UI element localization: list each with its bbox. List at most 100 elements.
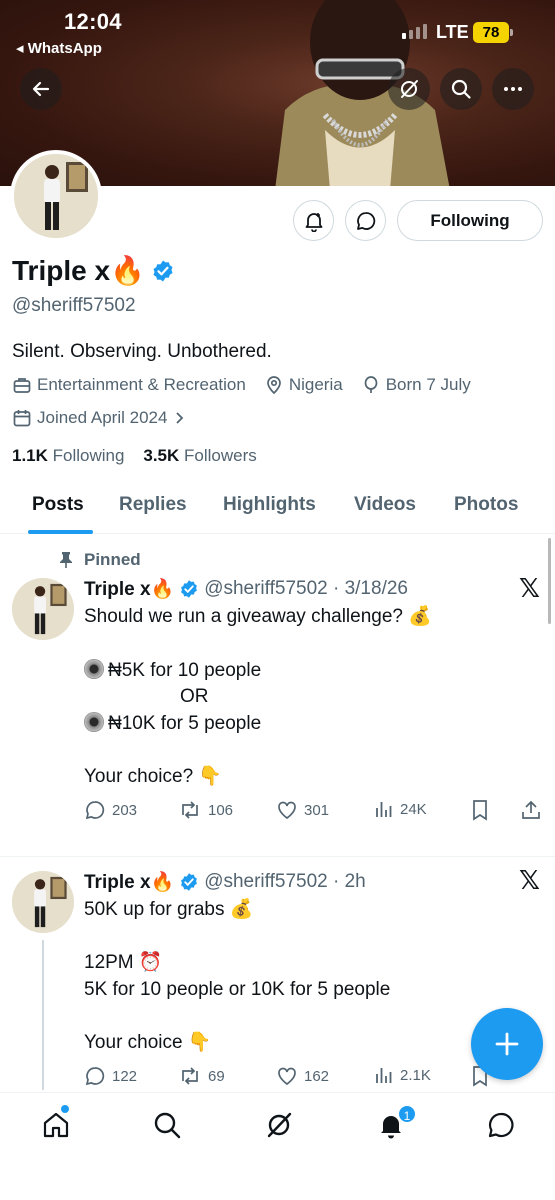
search-icon (451, 79, 471, 99)
share-action[interactable] (520, 799, 542, 821)
thread-line (42, 940, 44, 1090)
tab-photos[interactable]: Photos (454, 494, 518, 516)
search-button[interactable] (440, 68, 482, 110)
post-author[interactable]: Triple x🔥 (84, 577, 174, 601)
post-handle-time: @sheriff57502 · 2h (204, 871, 366, 892)
x-logo-icon[interactable]: 𝕏 (519, 866, 540, 896)
nav-messages[interactable] (485, 1109, 517, 1141)
repost-action[interactable]: 69 (178, 1065, 225, 1087)
post-text-line: 5K for 10 people or 10K for 5 people (84, 979, 391, 1000)
category-text: Entertainment & Recreation (37, 375, 246, 394)
repost-icon (182, 1067, 198, 1085)
views-action[interactable]: 24K (374, 799, 427, 819)
post-text-line: 50K up for grabs 💰 (84, 899, 254, 920)
nav-search[interactable] (151, 1109, 183, 1141)
location-pin-icon (266, 376, 281, 395)
tab-highlights[interactable]: Highlights (223, 494, 316, 516)
profile-avatar[interactable] (10, 150, 102, 242)
category-item: Entertainment & Recreation (12, 375, 246, 395)
views-icon (376, 1068, 392, 1083)
post-text-line: OR (180, 686, 209, 707)
tab-videos[interactable]: Videos (354, 494, 416, 516)
post-avatar[interactable] (12, 871, 74, 933)
pin-icon (60, 552, 72, 568)
calendar-icon (13, 410, 31, 427)
post-author[interactable]: Triple x🔥 (84, 870, 174, 894)
location-item: Nigeria (264, 375, 343, 395)
joined-text: Joined April 2024 (37, 408, 168, 427)
profile-name-row: Triple x🔥 (12, 254, 175, 287)
more-icon (504, 87, 522, 91)
tab-posts[interactable]: Posts (32, 494, 84, 516)
followers-link[interactable]: 3.5K Followers (143, 446, 256, 465)
avatar-photo (14, 154, 98, 238)
balloon-icon (364, 376, 378, 393)
home-icon (43, 1112, 69, 1138)
post-header: Triple x🔥 @sheriff57502 · 2h (84, 870, 366, 894)
views-action[interactable]: 2.1K (374, 1065, 431, 1085)
signal-icon (402, 24, 427, 39)
back-button[interactable] (20, 68, 62, 110)
post-avatar[interactable] (12, 578, 74, 640)
tab-replies[interactable]: Replies (119, 494, 187, 516)
poll-option-1: ₦5K for 10 people (84, 658, 261, 684)
grok-button[interactable] (388, 68, 430, 110)
reply-action[interactable]: 203 (84, 799, 137, 821)
message-icon (488, 1112, 514, 1138)
radio-icon (84, 659, 104, 679)
network-label: LTE (436, 22, 469, 42)
active-tab-indicator (28, 530, 93, 534)
pinned-label-row: Pinned (58, 550, 141, 570)
bookmark-icon (473, 800, 487, 821)
post-actions: 122 69 162 2.1K (84, 1065, 544, 1089)
message-icon (356, 211, 375, 230)
battery-icon: 78 (473, 22, 513, 43)
avatar-photo (12, 578, 74, 640)
profile-name: Triple x🔥 (12, 255, 145, 286)
avatar-photo (12, 871, 74, 933)
bookmark-action[interactable] (470, 799, 490, 821)
plus-icon (495, 1032, 519, 1056)
repost-action[interactable]: 106 (178, 799, 233, 821)
post-divider (0, 856, 555, 857)
profile-meta-row-1: Entertainment & Recreation Nigeria Born … (12, 375, 489, 395)
heart-icon (278, 1067, 296, 1086)
verified-badge-icon (181, 873, 198, 891)
like-action[interactable]: 162 (276, 1065, 329, 1087)
follow-stats: 1.1K Following 3.5K Followers (12, 446, 257, 466)
grok-icon (401, 80, 418, 98)
profile-meta-row-2[interactable]: Joined April 2024 (12, 408, 204, 428)
arrow-left-icon (32, 81, 50, 97)
x-logo-icon[interactable]: 𝕏 (519, 574, 540, 604)
reply-action[interactable]: 122 (84, 1065, 137, 1087)
status-bar: 12:04 ◂ WhatsApp LTE 78 (0, 0, 555, 60)
post-text-line: Your choice 👇 (84, 1032, 212, 1053)
post-text-line: Should we run a giveaway challenge? 💰 (84, 606, 432, 627)
scrollbar[interactable] (548, 538, 551, 624)
nav-home[interactable] (40, 1109, 72, 1141)
reply-icon (85, 1067, 105, 1086)
notify-button[interactable] (293, 200, 334, 241)
repost-icon (182, 801, 198, 819)
more-options-button[interactable] (492, 68, 534, 110)
verified-badge-icon[interactable] (151, 259, 175, 283)
back-to-app-link[interactable]: ◂ WhatsApp (16, 39, 102, 57)
joined-item[interactable]: Joined April 2024 (12, 408, 186, 428)
profile-handle: @sheriff57502 (12, 295, 136, 316)
post-actions: 203 106 301 24K (84, 799, 544, 823)
compose-button[interactable] (471, 1008, 543, 1080)
post-text-line: 12PM ⏰ (84, 952, 163, 973)
message-button[interactable] (345, 200, 386, 241)
nav-grok[interactable] (263, 1109, 295, 1141)
verified-badge-icon (181, 580, 198, 598)
views-icon (376, 802, 392, 817)
following-link[interactable]: 1.1K Following (12, 446, 124, 465)
poll-option-2: ₦10K for 5 people (84, 711, 261, 737)
search-icon (154, 1112, 181, 1139)
like-action[interactable]: 301 (276, 799, 329, 821)
following-button[interactable]: Following (397, 200, 543, 241)
radio-icon (84, 712, 104, 732)
birthday-text: Born 7 July (385, 375, 471, 394)
chevron-right-icon (176, 412, 184, 424)
heart-icon (278, 801, 296, 820)
